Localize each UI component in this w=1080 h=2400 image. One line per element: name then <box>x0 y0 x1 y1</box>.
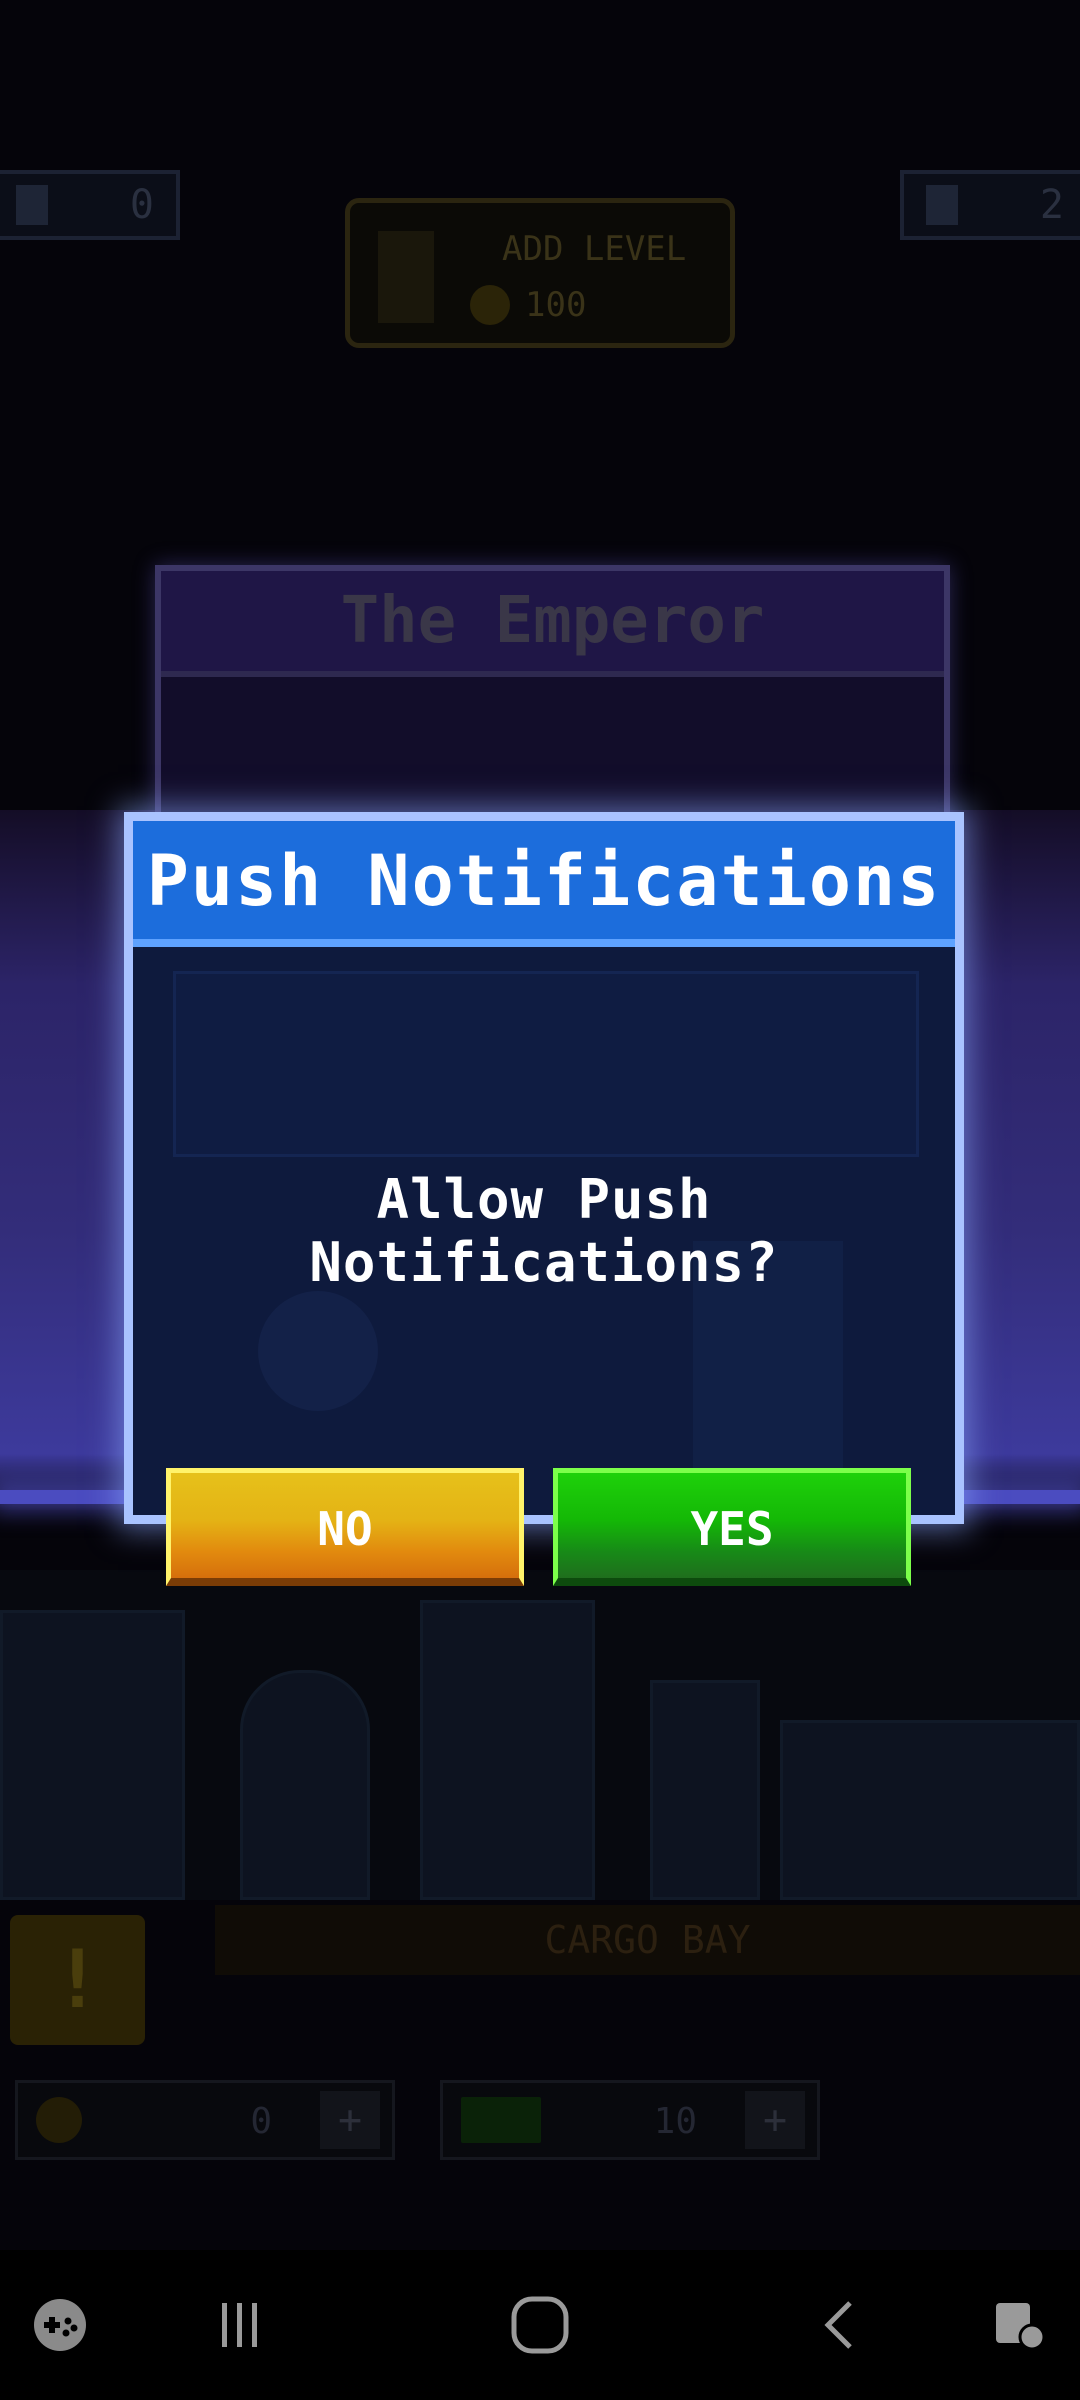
add-coins-button: + <box>320 2091 380 2149</box>
assistant-icon[interactable] <box>980 2285 1060 2365</box>
globe-furniture <box>240 1670 370 1900</box>
room-scene <box>0 1570 1080 1900</box>
window-furniture <box>420 1600 595 1900</box>
add-cash-button: + <box>745 2091 805 2149</box>
cash-icon <box>461 2097 541 2143</box>
dialog-message: Allow Push Notifications? <box>309 1168 779 1294</box>
door-furniture <box>0 1610 185 1900</box>
building-icon <box>926 185 958 225</box>
person-icon <box>16 185 48 225</box>
room-label: CARGO BAY <box>215 1905 1080 1975</box>
add-level-label: ADD LEVEL <box>502 229 687 269</box>
floor-name: The Emperor <box>161 571 944 677</box>
alert-button: ! <box>10 1915 145 2045</box>
residents-count: 0 <box>129 182 154 228</box>
add-level-button: ADD LEVEL 100 <box>345 198 735 348</box>
push-notifications-dialog: Push Notifications Allow Push Notificati… <box>124 812 964 1524</box>
coin-icon <box>470 285 510 325</box>
cabinet-furniture <box>780 1720 1080 1900</box>
coin-icon <box>36 2097 82 2143</box>
add-floor-icon <box>378 231 434 323</box>
residents-counter: 0 <box>0 170 180 240</box>
no-button[interactable]: NO <box>166 1468 524 1586</box>
cash-value: 10 <box>653 2101 697 2142</box>
system-navigation-bar <box>0 2250 1080 2400</box>
add-level-cost: 100 <box>525 285 587 325</box>
game-screen: 0 2 ADD LEVEL 100 The Emperor CARGO BAY … <box>0 0 1080 2400</box>
dialog-title: Push Notifications <box>133 821 955 947</box>
home-icon[interactable] <box>500 2285 580 2365</box>
coin-value: 0 <box>250 2101 272 2142</box>
recents-icon[interactable] <box>200 2285 280 2365</box>
floors-count: 2 <box>1039 182 1064 228</box>
cash-balance: 10 + <box>440 2080 820 2160</box>
game-launcher-icon[interactable] <box>20 2285 100 2365</box>
floors-counter: 2 <box>900 170 1080 240</box>
back-icon[interactable] <box>800 2285 880 2365</box>
yes-button[interactable]: YES <box>553 1468 911 1586</box>
character-silhouette <box>258 1291 378 1411</box>
coin-balance: 0 + <box>15 2080 395 2160</box>
plant-furniture <box>650 1680 760 1900</box>
speech-bubble-background <box>173 971 919 1157</box>
